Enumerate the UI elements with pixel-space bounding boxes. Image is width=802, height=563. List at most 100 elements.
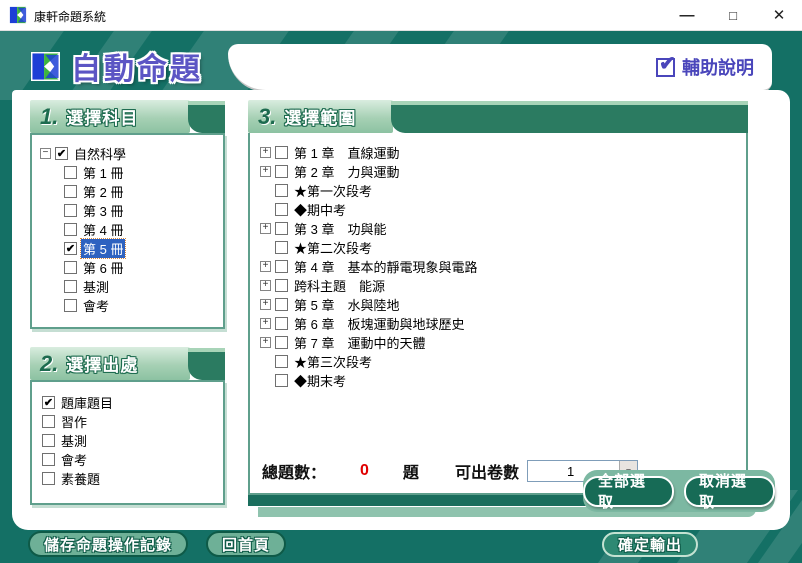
checkbox[interactable] [64,223,77,236]
checkbox[interactable] [275,203,288,216]
tree-item-label[interactable]: ◆期末考 [292,371,348,390]
checkbox[interactable] [42,472,55,485]
tree-item-label[interactable]: 基測 [81,277,111,296]
tree-item[interactable]: 第 4 冊 [64,220,223,239]
tree-item-label[interactable]: 跨科主題 能源 [292,276,387,295]
help-button[interactable]: ✔ 輔助說明 [656,54,754,80]
checkbox[interactable]: ✔ [42,396,55,409]
source-option[interactable]: 會考 [42,450,223,469]
tree-item-label[interactable]: 第 5 冊 [81,239,125,258]
tree-item-selected[interactable]: ✔ 第 5 冊 [64,239,223,258]
tree-item[interactable]: + 第 2 章 力與運動 [260,162,746,181]
checkbox[interactable] [275,355,288,368]
expand-icon[interactable]: + [260,147,271,158]
expand-icon[interactable]: + [260,337,271,348]
tree-item-label[interactable]: 第 3 冊 [81,201,125,220]
tree-item-label[interactable]: ★第一次段考 [292,181,374,200]
source-option-label[interactable]: 會考 [59,450,89,469]
tree-item[interactable]: − ✔ 自然科學 [40,144,223,163]
expand-icon[interactable]: + [260,318,271,329]
source-option[interactable]: 習作 [42,412,223,431]
tree-item-label[interactable]: 第 5 章 水與陸地 [292,295,401,314]
tree-item[interactable]: + 第 1 章 直線運動 [260,143,746,162]
tree-item-label[interactable]: 第 1 冊 [81,163,125,182]
tree-item[interactable]: ◆期末考 [260,371,746,390]
checkbox[interactable] [275,165,288,178]
tree-item[interactable]: + 跨科主題 能源 [260,276,746,295]
tree-item-label[interactable]: 第 3 章 功與能 [292,219,388,238]
checkbox[interactable] [275,260,288,273]
source-option[interactable]: 基測 [42,431,223,450]
tree-item-label[interactable]: 第 2 冊 [81,182,125,201]
source-option[interactable]: ✔ 題庫題目 [42,393,223,412]
tree-item[interactable]: + 第 5 章 水與陸地 [260,295,746,314]
tree-item-label[interactable]: ◆期中考 [292,200,348,219]
tree-item-label[interactable]: 第 6 章 板塊運動與地球歷史 [292,314,466,333]
source-option-label[interactable]: 題庫題目 [59,393,115,412]
checkbox[interactable] [64,204,77,217]
tree-item[interactable]: ★第一次段考 [260,181,746,200]
tree-item[interactable]: 會考 [64,296,223,315]
minimize-button[interactable]: — [664,0,710,30]
tree-item-label[interactable]: 第 4 冊 [81,220,125,239]
tree-item-label[interactable]: 第 4 章 基本的靜電現象與電路 [292,257,479,276]
tree-item-label[interactable]: ★第三次段考 [292,352,374,371]
checkbox[interactable] [275,184,288,197]
tree-item-label[interactable]: 第 2 章 力與運動 [292,162,401,181]
tree-item[interactable]: + 第 7 章 運動中的天體 [260,333,746,352]
tree-connector [260,375,271,386]
tree-item[interactable]: ◆期中考 [260,200,746,219]
collapse-icon[interactable]: − [40,148,51,159]
checkbox[interactable] [64,166,77,179]
home-button[interactable]: 回首頁 [206,531,286,557]
source-option-label[interactable]: 素養題 [59,469,102,488]
checkbox[interactable]: ✔ [64,242,77,255]
tree-item[interactable]: + 第 3 章 功與能 [260,219,746,238]
tree-item[interactable]: 第 1 冊 [64,163,223,182]
tree-item[interactable]: ★第二次段考 [260,238,746,257]
tree-item[interactable]: 第 3 冊 [64,201,223,220]
checkbox[interactable]: ✔ [55,147,68,160]
expand-icon[interactable]: + [260,223,271,234]
checkbox[interactable] [275,317,288,330]
tree-item[interactable]: 第 6 冊 [64,258,223,277]
expand-icon[interactable]: + [260,166,271,177]
tree-item[interactable]: 第 2 冊 [64,182,223,201]
deselect-all-button[interactable]: 取消選取 [684,476,775,507]
checkbox[interactable] [64,261,77,274]
tree-item[interactable]: + 第 4 章 基本的靜電現象與電路 [260,257,746,276]
checkbox[interactable] [42,453,55,466]
checkbox[interactable] [275,146,288,159]
checkbox[interactable] [275,241,288,254]
tree-item-label[interactable]: 自然科學 [72,144,128,163]
tree-item[interactable]: + 第 6 章 板塊運動與地球歷史 [260,314,746,333]
tree-item-label[interactable]: 第 1 章 直線運動 [292,143,401,162]
checkbox[interactable] [42,434,55,447]
checkbox[interactable] [64,280,77,293]
tree-item-label[interactable]: 會考 [81,296,111,315]
checkbox[interactable] [275,298,288,311]
expand-icon[interactable]: + [260,261,271,272]
checkbox[interactable] [275,222,288,235]
select-all-button[interactable]: 全部選取 [583,476,674,507]
checkbox[interactable] [275,279,288,292]
tree-item-label[interactable]: ★第二次段考 [292,238,374,257]
tree-item[interactable]: 基測 [64,277,223,296]
checkbox[interactable] [275,374,288,387]
source-option-label[interactable]: 習作 [59,412,89,431]
tree-item[interactable]: ★第三次段考 [260,352,746,371]
tree-item-label[interactable]: 第 6 冊 [81,258,125,277]
checkbox[interactable] [64,185,77,198]
maximize-button[interactable]: □ [710,0,756,30]
expand-icon[interactable]: + [260,280,271,291]
checkbox[interactable] [42,415,55,428]
expand-icon[interactable]: + [260,299,271,310]
tree-item-label[interactable]: 第 7 章 運動中的天體 [292,333,427,352]
source-option[interactable]: 素養題 [42,469,223,488]
checkbox[interactable] [64,299,77,312]
close-button[interactable]: ✕ [756,0,802,30]
save-log-button[interactable]: 儲存命題操作記錄 [28,531,188,557]
checkbox[interactable] [275,336,288,349]
source-option-label[interactable]: 基測 [59,431,89,450]
confirm-output-button[interactable]: 確定輸出 [602,532,698,557]
